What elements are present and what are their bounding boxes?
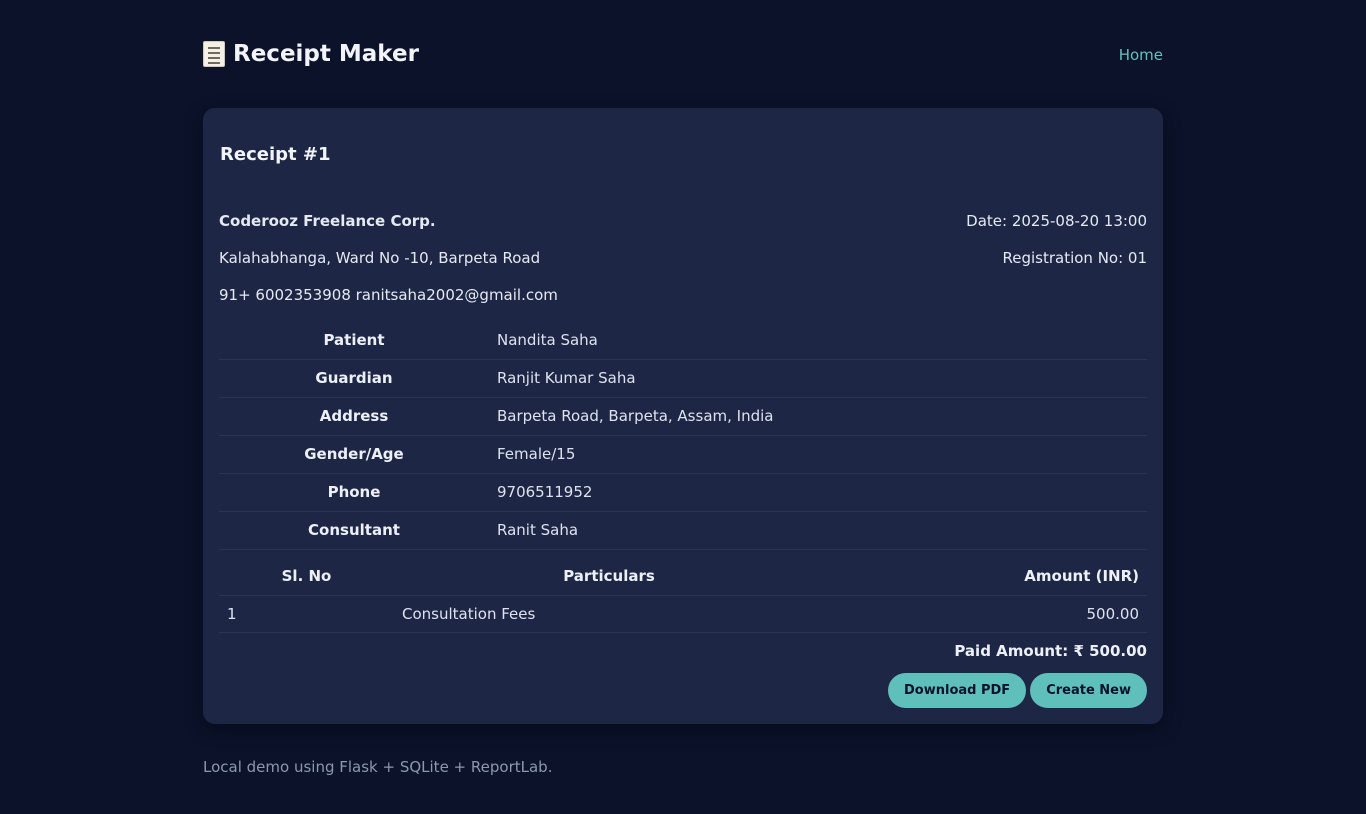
info-row: Address Barpeta Road, Barpeta, Assam, In… bbox=[219, 397, 1147, 436]
business-address: Kalahabhanga, Ward No -10, Barpeta Road bbox=[219, 249, 541, 267]
top-header: Receipt Maker Home bbox=[203, 0, 1163, 108]
info-row: Gender/Age Female/15 bbox=[219, 435, 1147, 474]
item-sl-no: 1 bbox=[219, 595, 394, 633]
info-label: Phone bbox=[219, 473, 489, 512]
business-contact: 91+ 6002353908 ranitsaha2002@gmail.com bbox=[219, 286, 558, 304]
header-particulars: Particulars bbox=[394, 557, 824, 596]
brand: Receipt Maker bbox=[203, 41, 419, 67]
items-header-row: Sl. No Particulars Amount (INR) bbox=[219, 557, 1147, 596]
info-label: Patient bbox=[219, 321, 489, 360]
patient-info-table: Patient Nandita Saha Guardian Ranjit Kum… bbox=[219, 321, 1147, 550]
footer-note: Local demo using Flask + SQLite + Report… bbox=[203, 758, 553, 776]
business-name: Coderooz Freelance Corp. bbox=[219, 212, 436, 230]
receipt-date: Date: 2025-08-20 13:00 bbox=[966, 212, 1147, 230]
header-amount: Amount (INR) bbox=[824, 557, 1147, 596]
info-value: Ranit Saha bbox=[489, 511, 1147, 550]
receipt-title: Receipt #1 bbox=[220, 144, 331, 165]
page-container: Receipt Maker Home Receipt #1 Coderooz F… bbox=[203, 0, 1163, 776]
item-amount: 500.00 bbox=[824, 595, 1147, 633]
registration-number: Registration No: 01 bbox=[1002, 249, 1147, 267]
receipt-card: Receipt #1 Coderooz Freelance Corp. Kala… bbox=[203, 108, 1163, 724]
receipt-icon bbox=[203, 41, 225, 67]
app-title: Receipt Maker bbox=[233, 41, 419, 67]
info-label: Address bbox=[219, 397, 489, 436]
download-pdf-button[interactable]: Download PDF bbox=[888, 673, 1027, 708]
info-value: 9706511952 bbox=[489, 473, 1147, 512]
action-buttons: Download PDF Create New bbox=[888, 673, 1147, 708]
table-row: 1 Consultation Fees 500.00 bbox=[219, 595, 1147, 633]
info-row: Guardian Ranjit Kumar Saha bbox=[219, 359, 1147, 398]
info-label: Consultant bbox=[219, 511, 489, 550]
info-row: Consultant Ranit Saha bbox=[219, 511, 1147, 550]
info-row: Phone 9706511952 bbox=[219, 473, 1147, 512]
create-new-button[interactable]: Create New bbox=[1030, 673, 1147, 708]
business-details: Coderooz Freelance Corp. Kalahabhanga, W… bbox=[219, 203, 558, 314]
paid-amount: Paid Amount: ₹ 500.00 bbox=[954, 642, 1147, 660]
info-label: Gender/Age bbox=[219, 435, 489, 474]
home-link[interactable]: Home bbox=[1119, 46, 1163, 64]
info-label: Guardian bbox=[219, 359, 489, 398]
info-value: Female/15 bbox=[489, 435, 1147, 474]
info-row: Patient Nandita Saha bbox=[219, 321, 1147, 360]
info-value: Nandita Saha bbox=[489, 321, 1147, 360]
info-value: Ranjit Kumar Saha bbox=[489, 359, 1147, 398]
info-value: Barpeta Road, Barpeta, Assam, India bbox=[489, 397, 1147, 436]
items-table: Sl. No Particulars Amount (INR) 1 Consul… bbox=[219, 557, 1147, 633]
receipt-meta: Date: 2025-08-20 13:00 Registration No: … bbox=[966, 203, 1147, 277]
header-sl-no: Sl. No bbox=[219, 557, 394, 596]
item-particulars: Consultation Fees bbox=[394, 595, 824, 633]
